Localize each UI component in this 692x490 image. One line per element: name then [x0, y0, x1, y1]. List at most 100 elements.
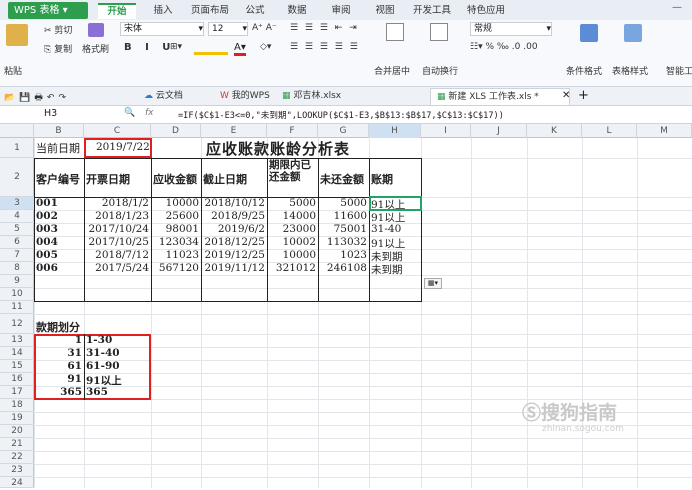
table-cell[interactable]: 未到期	[371, 262, 403, 277]
font-color-icon[interactable]: A▾	[234, 42, 246, 56]
tab-formula[interactable]: 公式	[240, 3, 270, 19]
border-icon[interactable]: ⊞▾	[170, 42, 182, 52]
number-format-select[interactable]: 常规 ▾	[470, 22, 552, 36]
row-header[interactable]: 12	[0, 314, 34, 334]
paste-icon[interactable]	[6, 24, 28, 46]
wrap-icon[interactable]	[430, 23, 448, 41]
row-header[interactable]: 14	[0, 347, 34, 360]
table-cell[interactable]: 2018/10/12	[201, 197, 267, 209]
merge-center-button[interactable]: 合并居中	[374, 64, 410, 77]
new-tab-icon[interactable]: +	[578, 88, 589, 103]
table-cell[interactable]: 2018/7/12	[84, 249, 151, 261]
table-cell[interactable]: 31-40	[371, 223, 401, 235]
col-header[interactable]: E	[201, 124, 267, 138]
table-cell[interactable]: 14000	[267, 210, 318, 222]
col-header[interactable]: I	[421, 124, 471, 138]
col-header[interactable]: F	[267, 124, 318, 138]
period-label[interactable]: 365	[86, 386, 108, 398]
table-cell[interactable]: 004	[36, 236, 58, 248]
header-due-date[interactable]: 截止日期	[203, 171, 247, 187]
zoom-icon[interactable]: 🔍	[124, 108, 135, 118]
col-header-active[interactable]: H	[369, 124, 421, 138]
row-header[interactable]: 16	[0, 373, 34, 386]
table-cell[interactable]: 321012	[267, 262, 318, 274]
select-all[interactable]	[0, 124, 34, 138]
row-header-active[interactable]: 3	[0, 197, 34, 210]
table-cell[interactable]: 2018/1/2	[84, 197, 151, 209]
table-cell[interactable]: 11600	[318, 210, 369, 222]
table-cell[interactable]: 2018/9/25	[201, 210, 267, 222]
merge-icon[interactable]	[386, 23, 404, 41]
table-cell[interactable]: 001	[36, 197, 58, 209]
font-name-select[interactable]: 宋体 ▾	[120, 22, 204, 36]
copy-button[interactable]: ⎘ 复制	[44, 42, 72, 55]
conditional-format-button[interactable]: 条件格式	[566, 64, 602, 77]
row-header[interactable]: 9	[0, 275, 34, 288]
fill-color-icon[interactable]	[194, 43, 228, 55]
bold-italic-underline[interactable]: B I U	[124, 42, 175, 53]
table-cell[interactable]: 23000	[267, 223, 318, 235]
tab-view[interactable]: 视图	[370, 3, 400, 19]
doc-tab-cloud[interactable]: ☁ 云文档	[138, 88, 186, 105]
col-header[interactable]: C	[84, 124, 151, 138]
tab-data[interactable]: 数据	[282, 3, 312, 19]
formula-input[interactable]: =IF($C$1-E3<=0,"未到期",LOOKUP($C$1-E3,$B$1…	[178, 109, 504, 121]
period-label[interactable]: 61-90	[86, 360, 120, 372]
period-threshold[interactable]: 365	[34, 386, 84, 398]
wps-app-menu[interactable]: WPS 表格 ▾	[8, 2, 88, 19]
tab-developer[interactable]: 开发工具	[408, 3, 456, 19]
tab-features[interactable]: 特色应用	[462, 3, 510, 19]
table-cell[interactable]: 2017/10/24	[84, 223, 151, 235]
paste-options-icon[interactable]: ▦▾	[424, 278, 442, 289]
align-left-icons[interactable]: ☰ ☰ ☰ ☰ ☰	[290, 42, 360, 52]
clear-icon[interactable]: ◇▾	[260, 42, 271, 52]
font-size-select[interactable]: 12 ▾	[208, 22, 248, 36]
row-header[interactable]: 11	[0, 301, 34, 314]
table-cell[interactable]: 2017/10/25	[84, 236, 151, 248]
header-period[interactable]: 账期	[371, 171, 393, 187]
table-cell[interactable]: 567120	[151, 262, 201, 274]
doc-tab-mywps[interactable]: W 我的WPS	[214, 88, 274, 105]
quick-access-icons[interactable]: 📂💾🖶↶↷	[4, 90, 70, 106]
tab-review[interactable]: 审阅	[326, 3, 356, 19]
row-header[interactable]: 15	[0, 360, 34, 373]
row-header[interactable]: 6	[0, 236, 34, 249]
paste-button[interactable]: 粘贴	[4, 64, 22, 77]
table-cell[interactable]: 2018/1/23	[84, 210, 151, 222]
doc-tab-active[interactable]: ▦ 新建 XLS 工作表.xls *	[430, 88, 570, 105]
row-header[interactable]: 4	[0, 210, 34, 223]
table-cell[interactable]: 003	[36, 223, 58, 235]
table-cell[interactable]: 246108	[318, 262, 369, 274]
table-cell[interactable]: 2017/5/24	[84, 262, 151, 274]
sheet-title[interactable]: 应收账款账龄分析表	[206, 138, 350, 159]
row-header[interactable]: 1	[0, 138, 34, 158]
table-cell[interactable]: 2018/12/25	[201, 236, 267, 248]
header-receivable[interactable]: 应收金额	[153, 171, 197, 187]
row-header[interactable]: 18	[0, 399, 34, 412]
format-painter-button[interactable]: 格式刷	[82, 42, 109, 55]
table-style-icon[interactable]	[624, 24, 642, 42]
row-header[interactable]: 19	[0, 412, 34, 425]
smart-tool-button[interactable]: 智能工	[666, 64, 692, 77]
tab-page-layout[interactable]: 页面布局	[186, 3, 234, 19]
minimize-button[interactable]: —	[672, 2, 682, 13]
tab-insert[interactable]: 插入	[146, 3, 180, 19]
align-top-icons[interactable]: ☰ ☰ ☰ ⇤ ⇥	[290, 23, 359, 33]
row-header[interactable]: 20	[0, 425, 34, 438]
table-cell[interactable]: 006	[36, 262, 58, 274]
table-cell[interactable]: 1023	[318, 249, 369, 261]
col-header[interactable]: J	[471, 124, 527, 138]
row-header[interactable]: 8	[0, 262, 34, 275]
table-cell[interactable]: 10000	[267, 249, 318, 261]
font-grow-icon[interactable]: A⁺ A⁻	[252, 23, 277, 33]
period-label[interactable]: 31-40	[86, 347, 120, 359]
format-painter-icon[interactable]	[88, 23, 104, 37]
row-header[interactable]: 23	[0, 464, 34, 477]
table-cell[interactable]: 11023	[151, 249, 201, 261]
current-date-label[interactable]: 当前日期	[36, 140, 80, 156]
period-section-title[interactable]: 款期划分	[36, 319, 80, 335]
period-threshold[interactable]: 91	[34, 373, 84, 385]
percent-icons[interactable]: ☷▾ % ‰ .0 .00	[470, 42, 538, 52]
col-header[interactable]: L	[582, 124, 637, 138]
row-header[interactable]: 24	[0, 477, 34, 488]
